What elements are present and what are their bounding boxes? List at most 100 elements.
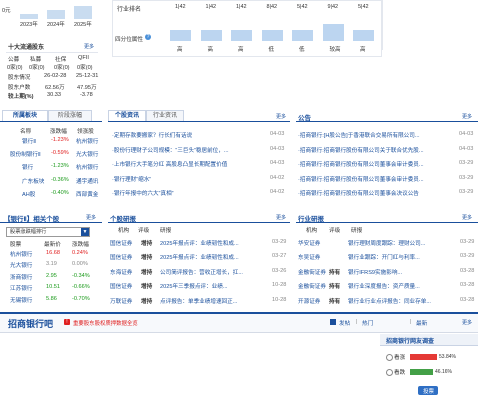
- research-header: 机构: [118, 228, 130, 234]
- sector-leader-link[interactable]: 杭州银行: [76, 163, 98, 171]
- stock-price: 10.51: [46, 284, 60, 291]
- sh-header: QFII: [78, 55, 89, 61]
- research-header: 研报: [160, 228, 172, 234]
- sector-leader-link[interactable]: 通宇通讯: [76, 177, 98, 185]
- notice-item-link[interactable]: ·招商银行:招商银行股份有限公司董事会审计委员...: [298, 160, 450, 168]
- tab-stock-news[interactable]: 个股资讯: [108, 110, 146, 121]
- research-org-link[interactable]: 东海证券: [110, 268, 132, 276]
- quartile-bar: [231, 30, 252, 41]
- research-date: 10-28: [272, 282, 287, 289]
- research-item-link[interactable]: 点评报告：单季业绩增速回正...: [160, 297, 268, 305]
- news-item-link[interactable]: ·上市银行大手笔分红 高股息凸显长期配置价值: [112, 160, 262, 168]
- news-item-link[interactable]: ·股份行理财子公司规模：“三巨头”稳居前位，...: [112, 146, 262, 154]
- research-org-link[interactable]: 华安证券: [298, 239, 320, 247]
- research-item-link[interactable]: 2025年报点评：业绩韧性和成...: [160, 239, 268, 247]
- research-item-link[interactable]: 银行业行业点评报告：同业存单...: [348, 297, 456, 305]
- forum-action-latest[interactable]: 最新: [416, 319, 427, 327]
- research-org-link[interactable]: 万联证券: [110, 297, 132, 305]
- research-item-link[interactable]: 2025年三季报点评：业绩...: [160, 282, 268, 290]
- sector-name-link[interactable]: 股份制银行Ⅱ: [10, 150, 41, 158]
- notice-date: 03-29: [459, 189, 474, 196]
- tab-stage-gain[interactable]: 阶段涨幅: [48, 110, 92, 121]
- stock-change: -0.66%: [72, 284, 90, 291]
- sh-header: 社保: [55, 57, 67, 63]
- forum-more-link[interactable]: 更多: [462, 319, 472, 326]
- ranking-select[interactable]: 股票涨跌幅排行 ▼: [6, 227, 90, 237]
- notice-item-link[interactable]: ·招商银行:招商银行股份有限公司董事会决议公告: [298, 189, 450, 197]
- sector-leader-link[interactable]: 杭州银行: [76, 137, 98, 145]
- stock-name-link[interactable]: 浙商银行: [10, 273, 32, 281]
- research-org-link[interactable]: 国信证券: [110, 253, 132, 261]
- notice-item-link[interactable]: ·招商银行:招商银行股份有限公司董事会审计委员...: [298, 175, 450, 183]
- research-header: 研报: [351, 228, 363, 234]
- related-stocks-more-link[interactable]: 更多: [86, 214, 96, 221]
- research-item-link[interactable]: 银行业深度报告：资产质量...: [348, 282, 456, 290]
- notice-item-link[interactable]: ·招商银行:招商银行股份有限公司关于联合优先股...: [298, 146, 450, 154]
- research-item-link[interactable]: 公司简评报告：营收正增长，扛...: [160, 268, 268, 276]
- research-org-link[interactable]: 国信证券: [110, 239, 132, 247]
- survey-radio[interactable]: [386, 354, 393, 361]
- stock-change: 0.24%: [72, 250, 88, 256]
- related-header: 最新价: [44, 242, 61, 248]
- research-header: 机构: [306, 228, 318, 234]
- survey-radio[interactable]: [386, 369, 393, 376]
- research-org-link[interactable]: 金融街证券: [298, 282, 326, 290]
- survey-title: 招商银行网友调查: [386, 339, 435, 345]
- tab-sector[interactable]: 所属板块: [2, 110, 48, 121]
- sector-name-link[interactable]: 广东板块: [22, 177, 44, 185]
- top-left-panel: 0元 2023年 2024年 2025年: [0, 0, 100, 30]
- tab-industry-news[interactable]: 行业资讯: [146, 110, 184, 121]
- notice-date: 04-03: [459, 145, 474, 152]
- stock-change: -0.34%: [72, 272, 90, 279]
- chevron-down-icon: ▼: [81, 228, 89, 236]
- research-date: 03-28: [460, 267, 475, 274]
- research-item-link[interactable]: 银行IFRS9实施影响...: [348, 268, 456, 276]
- quartile-value: 高: [177, 47, 183, 53]
- research-item-link[interactable]: 银行业跟踪：开门红与利率...: [348, 253, 456, 261]
- news-item-link[interactable]: ·银行年报中的六大“真相”: [112, 189, 262, 197]
- tab-sector-label: 所属板块: [12, 113, 37, 119]
- sector-name-link[interactable]: 银行Ⅱ: [22, 137, 36, 145]
- sector-change: -0.40%: [51, 189, 69, 196]
- year-bar: [20, 14, 38, 19]
- news-date: 04-03: [270, 145, 285, 152]
- news-item-link[interactable]: ·定期存款要搬家？行长们有话说: [112, 131, 262, 139]
- notices-more-link[interactable]: 更多: [462, 113, 472, 120]
- quartile-value: 低: [299, 47, 305, 53]
- shareholders-title: 十大流通股东: [8, 45, 45, 51]
- vote-button[interactable]: 投票: [418, 386, 438, 395]
- research-org-link[interactable]: 国信证券: [110, 282, 132, 290]
- stock-name-link[interactable]: 无锡银行: [10, 296, 32, 304]
- news-item-link[interactable]: ·银行理财“缩水”: [112, 175, 262, 183]
- notice-item-link[interactable]: ·招商银行:[H股公告]于香港联合交易所有限公司...: [298, 131, 450, 139]
- stock-name-link[interactable]: 光大银行: [10, 261, 32, 269]
- research-item-link[interactable]: 2025年报点评：业绩韧性和成...: [160, 253, 268, 261]
- forum-action-hot[interactable]: 热门: [362, 319, 373, 327]
- shareholders-more-link[interactable]: 更多: [84, 43, 94, 50]
- research-org-link[interactable]: 开源证券: [298, 297, 320, 305]
- research-org-link[interactable]: 东吴证券: [298, 253, 320, 261]
- forum-title[interactable]: 招商银行吧: [8, 317, 53, 330]
- industry-research-more-link[interactable]: 更多: [462, 214, 472, 221]
- stock-name-link[interactable]: 杭州银行: [10, 250, 32, 258]
- news-more-link[interactable]: 更多: [276, 113, 286, 120]
- tab-stock-news-label: 个股资讯: [114, 113, 139, 119]
- sector-name-link[interactable]: 银行: [22, 163, 33, 171]
- year-bar: [74, 6, 92, 19]
- research-item-link[interactable]: 银行理财周度跟踪：理财公司...: [348, 239, 456, 247]
- sector-change: -0.36%: [51, 176, 69, 183]
- stock-name-link[interactable]: 江苏银行: [10, 284, 32, 292]
- related-stocks-panel: 【银行Ⅱ】相关个股 更多 股票涨跌幅排行 ▼ 股票 最新价 涨跌幅 杭州银行 16…: [0, 210, 102, 310]
- forum-action-post[interactable]: 发帖: [339, 319, 350, 327]
- stock-research-more-link[interactable]: 更多: [276, 214, 286, 221]
- sector-leader-link[interactable]: 西部黄金: [76, 190, 98, 198]
- research-org-link[interactable]: 金融街证券: [298, 268, 326, 276]
- notices-panel: 公告 更多 ·招商银行:[H股公告]于香港联合交易所有限公司... 04-03 ·招…: [296, 110, 478, 205]
- forum-notice-link[interactable]: 重要股东股权质押数据全览: [73, 319, 138, 327]
- sector-leader-link[interactable]: 光大银行: [76, 150, 98, 158]
- sh-row-value: -3.78: [80, 92, 93, 98]
- sh-header: 私募: [30, 57, 42, 63]
- sector-name-link[interactable]: AH股: [22, 190, 35, 198]
- help-icon[interactable]: ?: [145, 34, 151, 40]
- rank-value: 8|42: [266, 4, 278, 10]
